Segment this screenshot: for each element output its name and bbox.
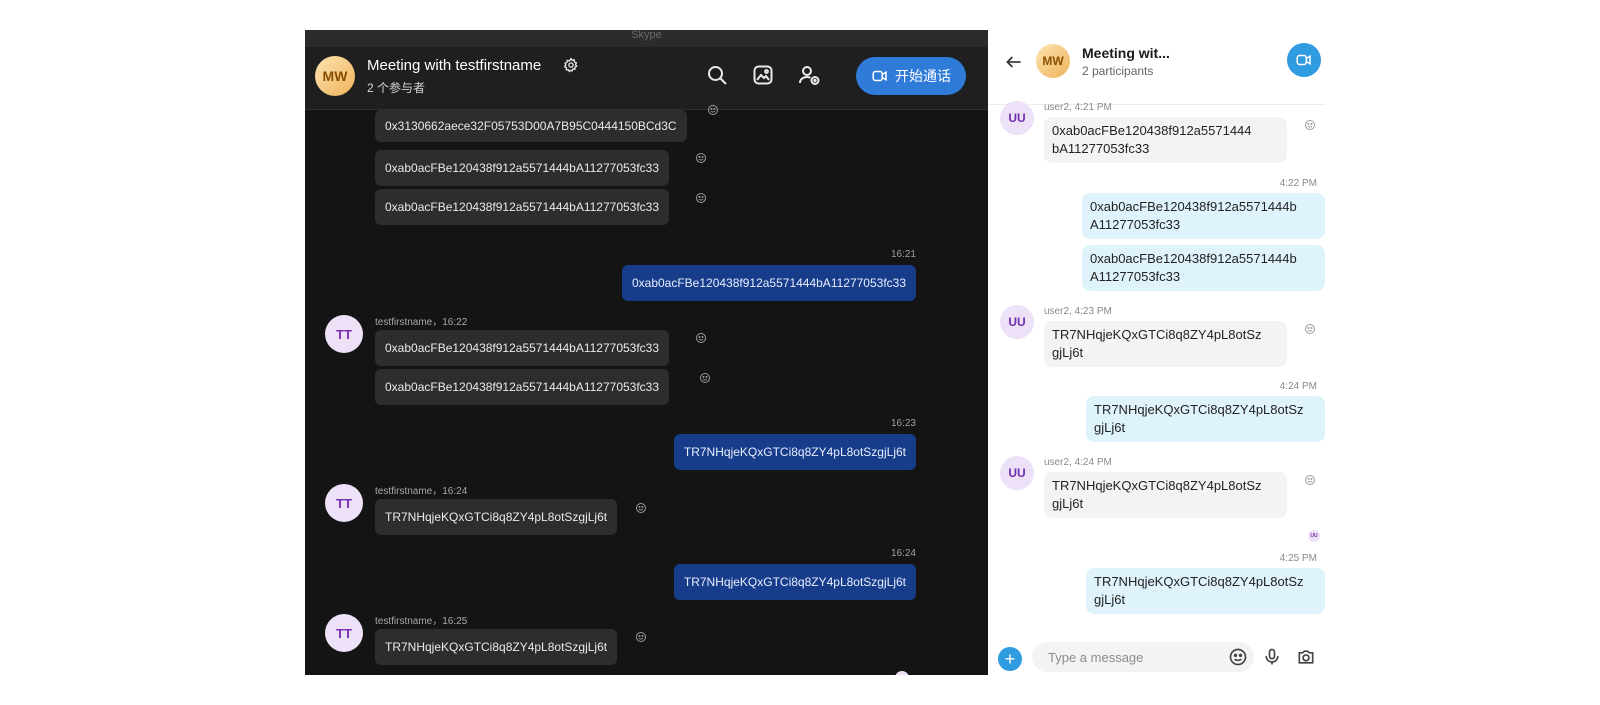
- read-receipt-avatar: TT: [895, 671, 909, 675]
- message-timestamp: 4:25 PM: [1279, 553, 1317, 564]
- emoji-icon[interactable]: [695, 332, 707, 344]
- outgoing-message-bubble[interactable]: 0xab0acFBe120438f912a5571444b A11277053f…: [1082, 193, 1325, 239]
- chat-header: MW Meeting with testfirstname 2 个参与者 开始通…: [305, 47, 988, 110]
- video-call-button[interactable]: [1287, 43, 1321, 77]
- message-bubble[interactable]: 0x3130662aece32F05753D00A7B95C0444150BCd…: [375, 110, 687, 142]
- message-bubble[interactable]: 0xab0acFBe120438f912a5571444bA11277053fc…: [375, 369, 670, 405]
- outgoing-message-bubble[interactable]: 0xab0acFBe120438f912a5571444b A11277053f…: [1082, 245, 1325, 291]
- emoji-icon[interactable]: [635, 502, 647, 514]
- sender-avatar[interactable]: TT: [325, 614, 363, 652]
- message-bubble[interactable]: 0xab0acFBe120438f912a5571444bA11277053fc…: [375, 189, 670, 225]
- emoji-icon[interactable]: [1304, 474, 1316, 486]
- message-bubble[interactable]: TR7NHqjeKQxGTCi8q8ZY4pL8otSz gjLj6t: [1044, 472, 1287, 518]
- sender-avatar[interactable]: TT: [325, 315, 363, 353]
- message-bubble[interactable]: 0xab0acFBe120438f912a5571444 bA11277053f…: [1044, 117, 1287, 163]
- start-call-button[interactable]: 开始通话: [856, 57, 966, 95]
- message-feed[interactable]: UU user2, 4:21 PM 0xab0acFBe120438f912a5…: [988, 101, 1325, 635]
- read-receipt-avatar: UU: [1308, 530, 1320, 542]
- add-attachment-button[interactable]: +: [998, 647, 1022, 671]
- sender-avatar[interactable]: UU: [1000, 456, 1034, 490]
- message-bubble[interactable]: TR7NHqjeKQxGTCi8q8ZY4pL8otSzgjLj6t: [375, 499, 618, 535]
- group-avatar[interactable]: MW: [315, 56, 355, 96]
- camera-icon[interactable]: [1296, 647, 1316, 667]
- message-bubble[interactable]: 0xab0acFBe120438f912a5571444bA11277053fc…: [375, 150, 670, 186]
- emoji-icon[interactable]: [1304, 119, 1316, 131]
- sender-name-time: testfirstname，16:24: [375, 486, 468, 497]
- mobile-skype-screen: MW Meeting wit... 2 participants UU user…: [988, 20, 1325, 675]
- emoji-icon[interactable]: [695, 152, 707, 164]
- message-timestamp: 16:21: [890, 249, 916, 260]
- sender-name-time: testfirstname，16:22: [375, 317, 468, 328]
- sender-avatar[interactable]: UU: [1000, 305, 1034, 339]
- back-arrow-icon[interactable]: [1004, 52, 1024, 72]
- message-timestamp: 4:24 PM: [1279, 381, 1317, 392]
- desktop-skype-window: Skype MW Meeting with testfirstname 2 个参…: [305, 30, 988, 675]
- sender-name-time: user2, 4:21 PM: [1044, 102, 1112, 113]
- participant-count: 2 个参与者: [367, 81, 426, 95]
- video-call-icon: [1296, 54, 1311, 66]
- message-timestamp: 16:24: [890, 548, 916, 559]
- emoji-icon[interactable]: [707, 104, 719, 116]
- message-bubble[interactable]: TR7NHqjeKQxGTCi8q8ZY4pL8otSz gjLj6t: [1044, 321, 1287, 367]
- compose-bar: +: [988, 635, 1325, 675]
- message-input[interactable]: [1032, 642, 1254, 672]
- emoji-icon[interactable]: [1228, 647, 1248, 667]
- group-avatar[interactable]: MW: [1036, 44, 1070, 78]
- outgoing-message-bubble[interactable]: 0xab0acFBe120438f912a5571444bA11277053fc…: [621, 265, 916, 301]
- sender-avatar[interactable]: TT: [325, 484, 363, 522]
- message-bubble[interactable]: TR7NHqjeKQxGTCi8q8ZY4pL8otSzgjLj6t: [375, 629, 618, 665]
- window-title: Skype: [305, 30, 988, 47]
- message-timestamp: 16:23: [890, 418, 916, 429]
- outgoing-message-bubble[interactable]: TR7NHqjeKQxGTCi8q8ZY4pL8otSz gjLj6t: [1086, 568, 1325, 614]
- gallery-icon[interactable]: [751, 63, 775, 87]
- conversation-title[interactable]: Meeting with testfirstname: [367, 57, 541, 74]
- microphone-icon[interactable]: [1262, 647, 1282, 667]
- search-icon[interactable]: [705, 63, 729, 87]
- add-person-icon[interactable]: [797, 63, 821, 87]
- sender-name-time: user2, 4:23 PM: [1044, 306, 1112, 317]
- outgoing-message-bubble[interactable]: TR7NHqjeKQxGTCi8q8ZY4pL8otSzgjLj6t: [673, 564, 916, 600]
- emoji-icon[interactable]: [695, 192, 707, 204]
- video-call-icon: [872, 70, 887, 82]
- participant-count: 2 participants: [1082, 64, 1154, 78]
- sender-name-time: testfirstname，16:25: [375, 616, 468, 627]
- emoji-icon[interactable]: [1304, 323, 1316, 335]
- message-feed[interactable]: 0x3130662aece32F05753D00A7B95C0444150BCd…: [305, 105, 988, 675]
- outgoing-message-bubble[interactable]: TR7NHqjeKQxGTCi8q8ZY4pL8otSzgjLj6t: [673, 434, 916, 470]
- emoji-icon[interactable]: [635, 631, 647, 643]
- sender-name-time: user2, 4:24 PM: [1044, 457, 1112, 468]
- conversation-title[interactable]: Meeting wit...: [1082, 45, 1170, 61]
- message-bubble[interactable]: 0xab0acFBe120438f912a5571444bA11277053fc…: [375, 330, 670, 366]
- status-bar: [988, 20, 1325, 32]
- message-timestamp: 4:22 PM: [1279, 178, 1317, 189]
- mobile-chat-header: MW Meeting wit... 2 participants: [988, 32, 1325, 105]
- emoji-icon[interactable]: [699, 372, 711, 384]
- gear-icon[interactable]: [563, 57, 579, 73]
- sender-avatar[interactable]: UU: [1000, 101, 1034, 135]
- start-call-label: 开始通话: [895, 69, 951, 85]
- outgoing-message-bubble[interactable]: TR7NHqjeKQxGTCi8q8ZY4pL8otSz gjLj6t: [1086, 396, 1325, 442]
